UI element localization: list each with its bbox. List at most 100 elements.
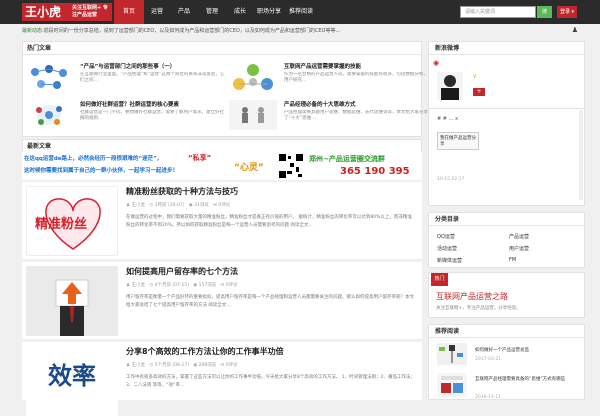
post-comments[interactable]: 0评论	[226, 283, 238, 288]
post-views: 31浏览	[194, 203, 209, 208]
featured-item-title: 产品经理必备的十大思维方式	[284, 102, 356, 108]
category-title: 分类目录	[429, 213, 584, 226]
post-thumbnail[interactable]: 精准粉丝	[26, 186, 118, 256]
banner-highlight2: “心灵”	[234, 163, 264, 173]
weibo-title: 新浪微博	[429, 42, 584, 55]
category-link[interactable]: 用户运营	[509, 245, 529, 252]
post-thumbnail[interactable]: 效率	[26, 346, 118, 416]
post-excerpt: 在做运营的过程中，我们需要获取大量的精准粉丝，精准粉丝才是真正有价值的用户。 据…	[126, 215, 412, 228]
category-link[interactable]: 活动运营	[437, 245, 457, 252]
post-title[interactable]: 分享8个高效的工作方法让你的工作事半功倍	[126, 346, 416, 357]
qr-code-icon	[278, 153, 304, 179]
post-date: 3月前 (10-07)	[154, 203, 185, 208]
recommended-title: 推荐阅读	[429, 325, 584, 338]
post-thumbnail[interactable]	[26, 266, 118, 336]
category-widget: 分类目录 QQ运营 产品运营 活动运营 用户运营 新媒体运营 FM	[428, 212, 585, 268]
divider	[429, 108, 584, 109]
cloud-people-icon	[36, 105, 62, 125]
hot-title[interactable]: 互联网产品运营之路	[436, 291, 508, 302]
nav-management[interactable]: 管理	[198, 0, 226, 24]
nav-career[interactable]: 职场分享	[254, 0, 284, 24]
featured-item-desc: 在互联网行业里面，“产品经理”和“运营”这两个岗位的关系非常紧密，它们之间...	[80, 72, 225, 83]
follow-button[interactable]: +	[473, 88, 485, 96]
post-author[interactable]: 王小虎	[131, 203, 145, 208]
rec-title[interactable]: 如何做好一个产品运营总监	[475, 347, 529, 353]
featured-title: 热门文章	[23, 42, 421, 55]
featured-panel: 热门文章 “产品”与运营部门之间的那些事（一） 在互联网行业里面，“产品经理”和…	[22, 41, 428, 137]
user-icon[interactable]: ♟	[572, 26, 578, 34]
weibo-image[interactable]: 我在做产品运营分享	[437, 132, 479, 150]
top-navbar: 王小虎 关注互联网+ 专注产品运营 首页 运营 产品 管理 成长 职场分享 推荐…	[0, 0, 600, 24]
post-comments[interactable]: 0评论	[218, 203, 230, 208]
rec-date: 2017-03-21	[475, 357, 502, 362]
banner-highlight1: “私享”	[188, 154, 212, 162]
banner-line2: 这时候你需要找到属于自己的一群小伙伴，一起学习一起进步！	[24, 168, 179, 174]
post-date: 5个月前 (06-17)	[154, 363, 190, 368]
post-title[interactable]: 如何提高用户留存率的七个方法	[126, 266, 416, 277]
post-card[interactable]: 如何提高用户留存率的七个方法 ♟ 王小虎 ◷ 4个月前 (07-15) ◉ 15…	[22, 262, 422, 340]
post-date: 4个月前 (07-15)	[154, 283, 190, 288]
banner-group-number: 365 190 395	[340, 166, 410, 177]
post-meta: ♟ 王小虎 ◷ 5个月前 (06-17) ◉ 208浏览 ✉ 0评论	[126, 363, 238, 368]
hot-tag: 热门	[431, 273, 448, 286]
nav-product[interactable]: 产品	[170, 0, 198, 24]
search-input[interactable]: 请输入关键词	[460, 6, 536, 18]
thumbnail-text: 效率	[48, 362, 96, 390]
category-link[interactable]: 产品运营	[509, 233, 529, 240]
avatar[interactable]	[437, 72, 463, 100]
search-button[interactable]: 搜	[537, 6, 552, 18]
post-title[interactable]: 精准粉丝获取的十种方法与技巧	[126, 186, 416, 197]
logo-slogan: 关注互联网+ 专注产品运营	[72, 5, 108, 18]
weibo-time: 10-15 02:17	[437, 177, 465, 182]
featured-item[interactable]: 互联网产品运营需要掌握的技能 作为一名合格的产品运营人员，需要掌握的技能有很多，…	[229, 60, 429, 98]
ticker-tag: 最新动态:	[22, 28, 44, 34]
verified-badge: V	[473, 74, 477, 80]
ticker-text: 前段时间的一份分享总结，说到了运营部门的CEO，以及如何成为产品和运营部门的CE…	[43, 28, 341, 34]
category-link[interactable]: 新媒体运营	[437, 257, 462, 264]
category-link[interactable]: QQ运营	[437, 233, 455, 240]
qq-group-banner[interactable]: 在这qq运营de路上，必然会经历一段很艰难的“迷茫”， 这时候你需要找到属于自己…	[22, 152, 422, 180]
post-author[interactable]: 王小虎	[131, 283, 145, 288]
site-logo[interactable]: 王小虎 关注互联网+ 专注产品运营	[22, 3, 112, 21]
news-ticker[interactable]: 最新动态:前段时间的一份分享总结，说到了运营部门的CEO，以及如何成为产品和运营…	[22, 26, 578, 36]
user-menu-button[interactable]: 登录 ▾	[557, 6, 577, 18]
weibo-scrollbar[interactable]	[579, 110, 583, 200]
featured-item[interactable]: 如何做好社群运营？社群运营的核心要素 社群运营是一门学问，要想做好社群运营，需要…	[25, 98, 225, 136]
featured-item-title: “产品”与运营部门之间的那些事（一）	[80, 64, 176, 70]
category-link[interactable]: FM	[509, 257, 516, 263]
post-excerpt: 工作中有很多高效的方法，掌握了这些方法可以让你的工作事半功倍。今天给大家分享8个…	[126, 375, 416, 388]
nav-growth[interactable]: 成长	[226, 0, 254, 24]
latest-header: 最新文章	[22, 139, 422, 152]
nav-home[interactable]: 首页	[114, 0, 144, 24]
post-views: 208浏览	[198, 363, 217, 368]
banner-group-name: 郑州~产品运营圈交流群	[309, 155, 385, 163]
post-excerpt: 用户留存率是衡量一个产品好坏的重要指标，提高用户留存率是每一个产品经理和运营人员…	[126, 295, 414, 308]
weibo-widget: 新浪微博 ◉ V + # # … x 我在做产品运营分享 10-15 02:17	[428, 41, 585, 206]
people-network-icon	[31, 65, 67, 89]
skills-diagram-icon	[233, 64, 273, 90]
nav-operation[interactable]: 运营	[144, 0, 170, 24]
weibo-post-text: # # … x	[437, 116, 459, 122]
rec-title[interactable]: 互联网产品经理需要具备的“思维”方式有哪些	[475, 377, 583, 383]
nav-recommended[interactable]: 推荐阅读	[284, 0, 318, 24]
featured-item-title: 如何做好社群运营？社群运营的核心要素	[80, 102, 180, 108]
rec-thumbnail[interactable]	[437, 373, 467, 397]
featured-item[interactable]: “产品”与运营部门之间的那些事（一） 在互联网行业里面，“产品经理”和“运营”这…	[25, 60, 225, 98]
featured-item-desc: 产品经理需要具备用户思维、数据思维、迭代思维等等，本文给大家分享了“十大”思维.…	[284, 110, 428, 121]
post-card[interactable]: 精准粉丝 精准粉丝获取的十种方法与技巧 ♟ 王小虎 ◷ 3月前 (10-07) …	[22, 182, 422, 260]
post-views: 157浏览	[198, 283, 217, 288]
weibo-icon: ◉	[433, 59, 440, 67]
post-author[interactable]: 王小虎	[131, 363, 145, 368]
post-meta: ♟ 王小虎 ◷ 3月前 (10-07) ◉ 31浏览 ✉ 0评论	[126, 203, 231, 208]
featured-item[interactable]: 产品经理必备的十大思维方式 产品经理需要具备用户思维、数据思维、迭代思维等等，本…	[229, 98, 429, 136]
rec-thumbnail[interactable]	[437, 343, 467, 365]
thumbnail-text: 精准粉丝	[35, 217, 88, 232]
logo-text: 王小虎	[25, 5, 62, 19]
post-card[interactable]: 效率 分享8个高效的工作方法让你的工作事半功倍 ♟ 王小虎 ◷ 5个月前 (06…	[22, 342, 422, 416]
hot-desc: 关注互联网+，专注产品运营，分享经验。	[436, 306, 521, 311]
featured-item-desc: 社群运营是一门学问，要想做好社群运营，需要了解用户需求，建立好社群的规则...	[80, 110, 224, 121]
businessman-arrow-icon	[26, 266, 118, 336]
thinking-figures-icon	[229, 100, 277, 130]
post-comments[interactable]: 0评论	[226, 363, 238, 368]
recommended-widget: 推荐阅读 如何做好一个产品运营总监 2017-03-21 互联网产品经理需要具备…	[428, 324, 585, 400]
